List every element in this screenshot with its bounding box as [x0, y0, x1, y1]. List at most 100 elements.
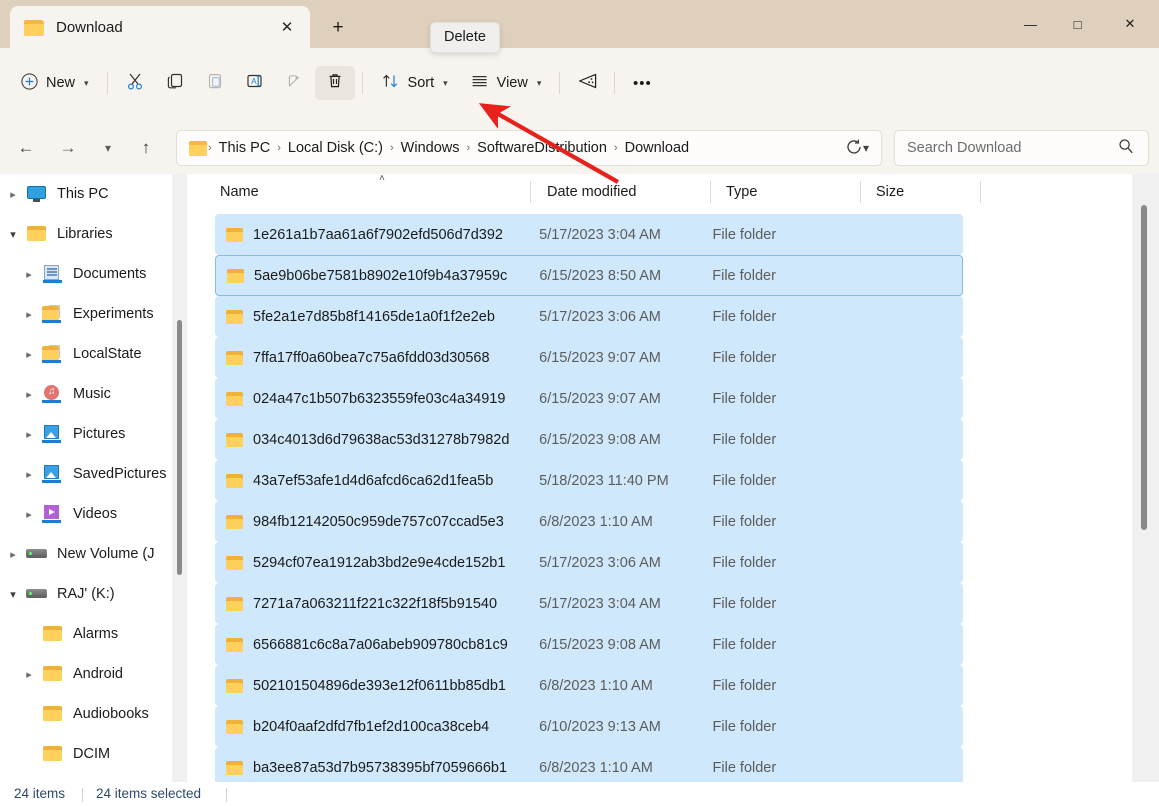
- table-row[interactable]: 43a7ef53afe1d4d6afcd6ca62d1fea5b 5/18/202…: [215, 460, 963, 501]
- sidebar-item-new-volume-j[interactable]: ▸ New Volume (J: [0, 534, 172, 574]
- table-row[interactable]: 1e261a1b7aa61a6f7902efd506d7d392 5/17/202…: [215, 214, 963, 255]
- delete-button[interactable]: [314, 66, 355, 100]
- table-row[interactable]: 034c4013d6d79638ac53d31278b7982d 6/15/202…: [215, 419, 963, 460]
- close-icon[interactable]: ✕: [272, 13, 302, 41]
- chevron-down-icon[interactable]: ▾: [0, 228, 26, 241]
- chevron-right-icon[interactable]: ▸: [0, 548, 26, 561]
- cell-name: ba3ee87a53d7b95738395bf7059666b1: [253, 759, 508, 776]
- table-row[interactable]: 024a47c1b507b6323559fe03c4a34919 6/15/202…: [215, 378, 963, 419]
- rename-button[interactable]: A: [235, 66, 275, 100]
- close-icon[interactable]: ✕: [1101, 0, 1159, 48]
- sidebar-item-pictures[interactable]: ▸ Pictures: [0, 414, 172, 454]
- table-row[interactable]: 6566881c6c8a7a06abeb909780cb81c9 6/15/202…: [215, 624, 963, 665]
- folder-icon: [226, 432, 243, 447]
- sidebar-item-audiobooks[interactable]: Audiobooks: [0, 694, 172, 734]
- forward-button[interactable]: →: [52, 132, 84, 164]
- column-header-name-label: Name: [220, 184, 259, 200]
- folder-icon: [226, 350, 243, 365]
- column-header-date-modified[interactable]: Date modified: [531, 174, 711, 210]
- table-row[interactable]: 5ae9b06be7581b8902e10f9b4a37959c 6/15/202…: [215, 255, 963, 296]
- cell-type: File folder: [712, 349, 777, 366]
- plus-circle-icon: [21, 72, 38, 94]
- filter-button[interactable]: [567, 66, 607, 100]
- chevron-right-icon[interactable]: ▸: [16, 348, 42, 361]
- chevron-right-icon[interactable]: ▸: [16, 308, 42, 321]
- chevron-right-icon[interactable]: ▸: [16, 668, 42, 681]
- chevron-right-icon[interactable]: ▸: [16, 428, 42, 441]
- maximize-icon[interactable]: □: [1054, 0, 1101, 48]
- cell-date-modified: 5/17/2023 3:04 AM: [539, 595, 661, 612]
- chevron-right-icon[interactable]: ▸: [16, 268, 42, 281]
- table-row[interactable]: ba3ee87a53d7b95738395bf7059666b1 6/8/2023…: [215, 747, 963, 782]
- breadcrumb-item-softwaredistribution[interactable]: SoftwareDistribution: [471, 140, 613, 156]
- column-header-type[interactable]: Type: [711, 174, 861, 210]
- sidebar-item-documents[interactable]: ▸ Documents: [0, 254, 172, 294]
- music-icon: ♫: [42, 385, 64, 403]
- minimize-icon[interactable]: —: [1007, 0, 1054, 48]
- table-row[interactable]: b204f0aaf2dfd7fb1ef2d100ca38ceb4 6/10/202…: [215, 706, 963, 747]
- breadcrumb-item-windows[interactable]: Windows: [395, 140, 466, 156]
- sidebar-item-libraries[interactable]: ▾ Libraries: [0, 214, 172, 254]
- sidebar-item-android[interactable]: ▸ Android: [0, 654, 172, 694]
- sidebar-item-label: LocalState: [73, 346, 142, 362]
- share-button[interactable]: [275, 66, 315, 100]
- table-row[interactable]: 5fe2a1e7d85b8f14165de1a0f1f2e2eb 5/17/202…: [215, 296, 963, 337]
- new-button[interactable]: New ▾: [10, 66, 100, 100]
- sidebar-item-savedpictures[interactable]: ▸ SavedPictures: [0, 454, 172, 494]
- view-button[interactable]: View ▾: [459, 66, 553, 100]
- command-bar: New ▾ A Sort ▾ View ▾ •••: [0, 48, 1159, 122]
- sort-button[interactable]: Sort ▾: [370, 66, 459, 100]
- breadcrumb-item-download[interactable]: Download: [619, 140, 696, 156]
- new-tab-button[interactable]: +: [322, 14, 354, 42]
- sidebar-item-music[interactable]: ▸ ♫ Music: [0, 374, 172, 414]
- sidebar-item-localstate[interactable]: ▸ LocalState: [0, 334, 172, 374]
- chevron-right-icon[interactable]: ▸: [0, 188, 26, 201]
- column-header-size[interactable]: Size: [861, 174, 981, 210]
- sidebar-item-this-pc[interactable]: ▸ This PC: [0, 174, 172, 214]
- sidebar-item-label: Alarms: [73, 626, 119, 642]
- cut-button[interactable]: [115, 66, 155, 100]
- sort-arrows-icon: [381, 72, 400, 94]
- paste-icon: [205, 71, 225, 95]
- cell-date-modified: 6/8/2023 1:10 AM: [539, 513, 653, 530]
- paste-button[interactable]: [195, 66, 235, 100]
- sidebar-item-experiments[interactable]: ▸ Experiments: [0, 294, 172, 334]
- back-button[interactable]: ←: [10, 132, 42, 164]
- up-button[interactable]: ↑: [130, 132, 162, 164]
- sidebar-item-alarms[interactable]: Alarms: [0, 614, 172, 654]
- search-input[interactable]: Search Download: [894, 130, 1149, 166]
- sidebar-item-label: Pictures: [73, 426, 126, 442]
- recent-locations-button[interactable]: ▾: [92, 132, 124, 164]
- breadcrumb-item-this-pc[interactable]: This PC: [213, 140, 277, 156]
- refresh-icon: [845, 139, 863, 160]
- table-row[interactable]: 7271a7a063211f221c322f18f5b91540 5/17/202…: [215, 583, 963, 624]
- chevron-right-icon[interactable]: ▸: [16, 508, 42, 521]
- sidebar-item-dcim[interactable]: DCIM: [0, 734, 172, 774]
- breadcrumb-item-local-disk[interactable]: Local Disk (C:): [282, 140, 389, 156]
- sidebar-item-raj-k[interactable]: ▾ RAJ' (K:): [0, 574, 172, 614]
- chevron-down-icon[interactable]: ▾: [863, 141, 869, 155]
- column-header-name[interactable]: ˄ Name: [187, 174, 531, 210]
- tab-download[interactable]: Download ✕: [10, 6, 310, 48]
- chevron-right-icon[interactable]: ▸: [16, 468, 42, 481]
- file-list-pane[interactable]: ˄ Name Date modified Type Size 1e261a1b7…: [187, 174, 1132, 782]
- cell-type: File folder: [712, 267, 776, 284]
- table-row[interactable]: 5294cf07ea1912ab3bd2e9e4cde152b1 5/17/202…: [215, 542, 963, 583]
- table-row[interactable]: 502101504896de393e12f0611bb85db1 6/8/2023…: [215, 665, 963, 706]
- chevron-down-icon[interactable]: ▾: [0, 588, 26, 601]
- table-row[interactable]: 7ffa17ff0a60bea7c75a6fdd03d30568 6/15/202…: [215, 337, 963, 378]
- folder-icon: [189, 140, 207, 156]
- folder-icon: [226, 719, 243, 734]
- chevron-right-icon[interactable]: ▸: [16, 388, 42, 401]
- sidebar-scrollbar-thumb[interactable]: [177, 320, 182, 575]
- refresh-button[interactable]: [845, 138, 863, 161]
- table-row[interactable]: 984fb12142050c959de757c07ccad5e3 6/8/2023…: [215, 501, 963, 542]
- breadcrumb[interactable]: › This PC › Local Disk (C:) › Windows › …: [176, 130, 882, 166]
- sidebar-item-videos[interactable]: ▸ Videos: [0, 494, 172, 534]
- cell-type: File folder: [712, 431, 777, 448]
- more-options-button[interactable]: •••: [622, 66, 662, 100]
- copy-button[interactable]: [155, 66, 195, 100]
- cell-type: File folder: [712, 636, 777, 653]
- navigation-pane[interactable]: ▸ This PC ▾ Libraries ▸ Documents ▸ Experiments…: [0, 174, 172, 782]
- file-list-scrollbar-thumb[interactable]: [1141, 205, 1147, 530]
